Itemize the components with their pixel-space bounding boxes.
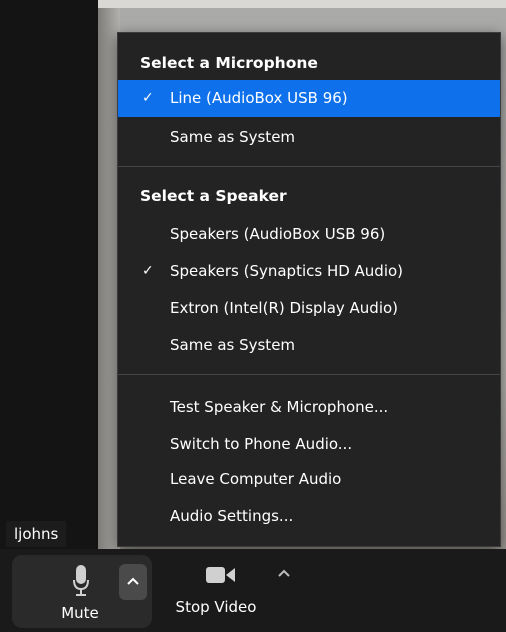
mute-button[interactable]: Mute xyxy=(40,561,120,627)
menu-item-speaker-extron[interactable]: Extron (Intel(R) Display Audio) xyxy=(118,290,500,327)
menu-item-label: Speakers (Synaptics HD Audio) xyxy=(170,262,404,280)
stop-video-button[interactable]: Stop Video xyxy=(170,561,262,627)
audio-options-chevron-button[interactable] xyxy=(119,564,147,600)
menu-item-mic-line-audiobox[interactable]: ✓ Line (AudioBox USB 96) xyxy=(118,80,500,117)
menu-item-speaker-same-as-system[interactable]: Same as System xyxy=(118,327,500,364)
menu-divider xyxy=(118,166,500,167)
video-left-strip xyxy=(0,0,98,549)
audio-options-menu: Select a Microphone ✓ Line (AudioBox USB… xyxy=(117,32,501,547)
stop-video-label: Stop Video xyxy=(175,598,257,616)
menu-item-label: Test Speaker & Microphone... xyxy=(170,398,389,416)
microphone-icon xyxy=(73,565,89,596)
menu-divider xyxy=(118,374,500,375)
mute-button-group: Mute xyxy=(12,555,152,628)
menu-item-label: Same as System xyxy=(170,128,296,146)
chevron-up-icon xyxy=(127,577,139,585)
microphone-section-title: Select a Microphone xyxy=(140,54,318,72)
menu-item-label: Audio Settings... xyxy=(170,507,294,525)
menu-item-speaker-synaptics[interactable]: ✓ Speakers (Synaptics HD Audio) xyxy=(118,253,500,290)
participant-name-tag: ljohns xyxy=(6,521,67,547)
menu-item-mic-same-as-system[interactable]: Same as System xyxy=(118,119,500,156)
menu-item-label: Leave Computer Audio xyxy=(170,470,342,488)
menu-item-label: Same as System xyxy=(170,336,296,354)
menu-item-speaker-audiobox[interactable]: Speakers (AudioBox USB 96) xyxy=(118,216,500,253)
menu-item-label: Speakers (AudioBox USB 96) xyxy=(170,225,386,243)
speaker-section-title: Select a Speaker xyxy=(140,187,287,205)
menu-item-label: Line (AudioBox USB 96) xyxy=(170,89,348,107)
menu-item-label: Extron (Intel(R) Display Audio) xyxy=(170,299,399,317)
menu-item-test-speaker-mic[interactable]: Test Speaker & Microphone... xyxy=(118,389,500,426)
menu-item-audio-settings[interactable]: Audio Settings... xyxy=(118,498,500,535)
meeting-toolbar: Mute Stop Video xyxy=(0,549,506,632)
video-camera-icon xyxy=(206,567,235,583)
menu-item-switch-phone-audio[interactable]: Switch to Phone Audio... xyxy=(118,426,500,463)
video-options-chevron-icon[interactable] xyxy=(277,568,291,577)
checkmark-icon: ✓ xyxy=(142,263,154,279)
menu-item-label: Switch to Phone Audio... xyxy=(170,435,353,453)
mute-label: Mute xyxy=(61,604,99,622)
checkmark-icon: ✓ xyxy=(142,90,154,106)
menu-item-leave-computer-audio[interactable]: Leave Computer Audio xyxy=(118,461,500,498)
video-wall-top xyxy=(98,0,506,8)
